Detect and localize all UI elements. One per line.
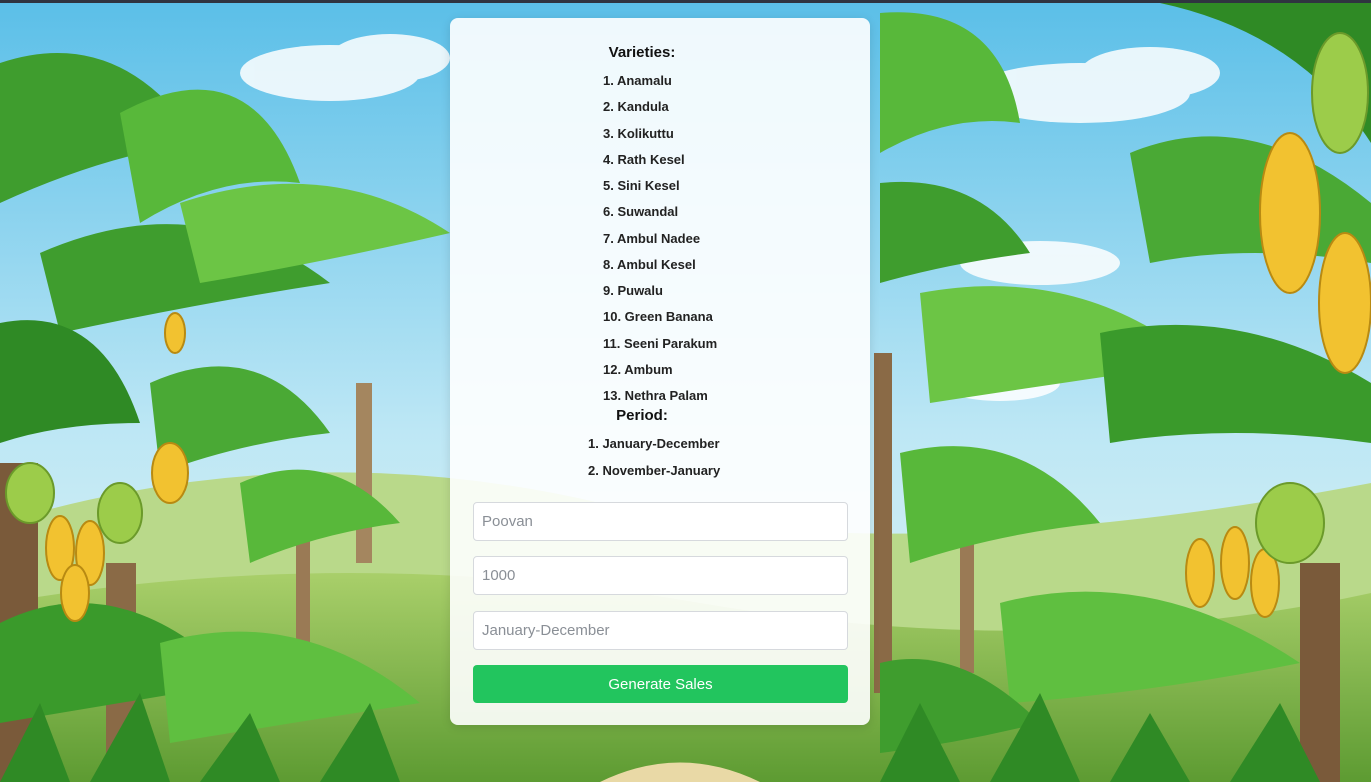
period-heading: Period: bbox=[616, 407, 668, 424]
variety-input[interactable] bbox=[473, 502, 848, 541]
quantity-input[interactable] bbox=[473, 556, 848, 595]
variety-item: 7. Ambul Nadee bbox=[603, 230, 701, 246]
varieties-heading: Varieties: bbox=[608, 44, 676, 61]
period-item: 1. January-December bbox=[588, 436, 720, 451]
variety-item: 4. Rath Kesel bbox=[603, 151, 685, 167]
variety-item: 5. Sini Kesel bbox=[603, 178, 680, 193]
variety-item: 2. Kandula bbox=[603, 99, 669, 115]
variety-item: 1. Anamalu bbox=[603, 73, 672, 88]
varieties-list: 1. Anamalu 2. Kandula 3. Kolikuttu 4. Ra… bbox=[603, 72, 717, 413]
variety-item: 8. Ambul Kesel bbox=[603, 256, 696, 272]
sales-form-card: Varieties: 1. Anamalu 2. Kandula 3. Koli… bbox=[450, 18, 870, 725]
variety-item: 6. Suwandal bbox=[603, 204, 679, 220]
generate-sales-button[interactable]: Generate Sales bbox=[473, 665, 848, 703]
period-list: 1. January-December 2. November-January bbox=[588, 435, 720, 489]
period-item: 2. November-January bbox=[588, 463, 721, 478]
variety-item: 12. Ambum bbox=[603, 361, 673, 377]
variety-item: 11. Seeni Parakum bbox=[603, 335, 718, 351]
variety-item: 10. Green Banana bbox=[603, 309, 713, 325]
variety-item: 3. Kolikuttu bbox=[603, 125, 674, 141]
period-input[interactable] bbox=[473, 611, 848, 650]
variety-item: 9. Puwalu bbox=[603, 283, 663, 298]
